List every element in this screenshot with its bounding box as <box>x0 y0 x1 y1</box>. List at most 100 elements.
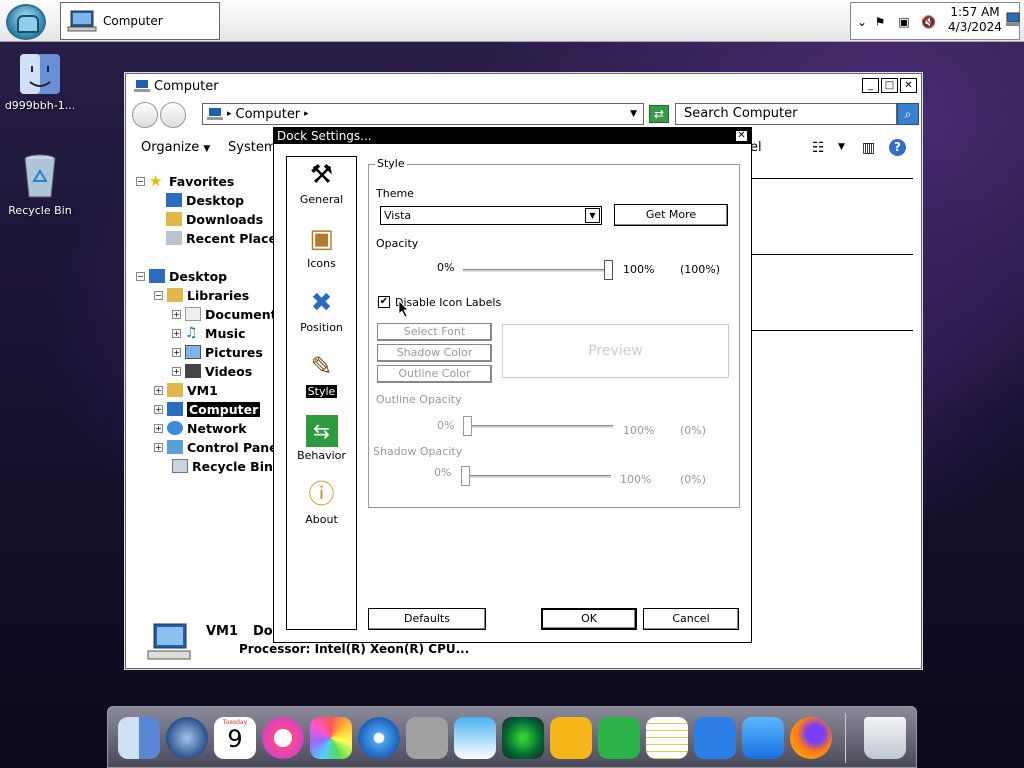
keynote-icon[interactable] <box>694 717 736 759</box>
tree-item-libraries[interactable]: − Libraries <box>154 286 249 304</box>
network-icon[interactable]: ▣ <box>897 15 911 29</box>
nav-style[interactable]: ✎ Style <box>287 351 356 398</box>
shadow-opacity-slider-track[interactable] <box>461 475 611 478</box>
flag-icon[interactable]: ⚑ <box>873 15 887 29</box>
organize-button[interactable]: Organize ▼ <box>141 140 210 155</box>
mail-icon[interactable] <box>742 717 784 759</box>
dock: Tuesday 9 <box>107 706 917 768</box>
tree-item-favorites[interactable]: − ★ Favorites <box>136 172 234 190</box>
tree-item-control-panel[interactable]: + Control Panel <box>154 438 282 456</box>
numbers-icon[interactable] <box>598 717 640 759</box>
shadow-opacity-slider-thumb[interactable] <box>461 466 470 486</box>
defaults-button[interactable]: Defaults <box>368 608 486 630</box>
view-options-icon[interactable]: ☷ <box>812 140 825 156</box>
libraries-icon <box>167 288 183 302</box>
move-arrows-icon: ✖ <box>310 288 333 318</box>
documents-icon <box>185 307 201 321</box>
breadcrumb-arrow-icon[interactable]: ▸ <box>304 109 309 119</box>
desktop-icon-vm[interactable]: d999bbh-1... <box>0 52 80 112</box>
tree-item-desktop[interactable]: − Desktop <box>136 267 227 285</box>
dialog-title-bar[interactable]: Dock Settings... <box>274 128 751 144</box>
firefox-icon[interactable] <box>790 717 832 759</box>
calendar-icon[interactable]: Tuesday 9 <box>214 717 256 759</box>
breadcrumb[interactable]: Computer <box>236 107 301 122</box>
maximize-button[interactable]: □ <box>881 78 898 93</box>
box-icon: ▣ <box>309 224 334 254</box>
tree-item-documents[interactable]: + Documents <box>172 305 284 323</box>
outline-color-button[interactable]: Outline Color <box>377 365 492 383</box>
pages-icon[interactable] <box>550 717 592 759</box>
tree-label: VM1 <box>187 382 218 398</box>
outline-opacity-slider-track[interactable] <box>463 425 613 428</box>
trash-icon[interactable] <box>864 717 906 759</box>
tree-item-pictures[interactable]: + Pictures <box>172 343 263 361</box>
chevron-down-icon[interactable]: ▼ <box>838 142 845 152</box>
tree-item-music[interactable]: + ♫ Music <box>172 324 245 342</box>
cancel-button[interactable]: Cancel <box>643 608 739 630</box>
tree-item-desktop-favorite[interactable]: Desktop <box>166 191 244 209</box>
icloud-icon[interactable] <box>454 717 496 759</box>
finder-icon[interactable] <box>118 717 160 759</box>
divider <box>751 254 913 255</box>
search-icon[interactable]: ⌕ <box>897 103 919 125</box>
outline-opacity-slider-thumb[interactable] <box>463 416 472 436</box>
help-icon[interactable]: ? <box>889 139 906 156</box>
nav-behavior[interactable]: ⇆ Behavior <box>287 415 356 462</box>
close-button[interactable]: ✕ <box>900 78 917 93</box>
dialog-close-button[interactable]: ✕ <box>735 130 748 142</box>
ok-button[interactable]: OK <box>541 608 637 630</box>
breadcrumb-arrow-icon[interactable]: ▸ <box>227 109 232 119</box>
music-icon[interactable] <box>262 717 304 759</box>
contacts-icon[interactable] <box>406 717 448 759</box>
opacity-slider-thumb[interactable] <box>604 260 613 280</box>
taskbar-button-computer[interactable]: Computer <box>60 2 220 40</box>
start-button[interactable] <box>6 4 46 40</box>
chevron-down-icon[interactable]: ⌄ <box>855 15 869 29</box>
safari-icon[interactable] <box>358 717 400 759</box>
clock[interactable]: 1:57 AM 4/3/2024 <box>945 5 1005 35</box>
address-bar[interactable]: ▸ Computer ▸ ▼ <box>202 103 644 125</box>
get-more-button[interactable]: Get More <box>614 204 728 226</box>
address-dropdown-icon[interactable]: ▼ <box>630 109 637 119</box>
tree-item-recent-places[interactable]: Recent Places <box>166 229 284 247</box>
tree-item-videos[interactable]: + Videos <box>172 362 252 380</box>
tree-item-recycle-bin[interactable]: Recycle Bin <box>172 457 273 475</box>
nav-icons[interactable]: ▣ Icons <box>287 223 356 270</box>
select-font-button[interactable]: Select Font <box>377 323 492 341</box>
back-button[interactable] <box>132 102 158 128</box>
music-icon: ♫ <box>185 325 198 341</box>
theme-select[interactable]: Vista ▼ <box>380 206 602 225</box>
forward-button[interactable] <box>160 102 186 128</box>
tree-item-network[interactable]: + Network <box>154 419 247 437</box>
nav-position[interactable]: ✖ Position <box>287 287 356 334</box>
disable-labels-label[interactable]: Disable Icon Labels <box>395 296 501 309</box>
opacity-slider-track[interactable] <box>463 269 613 272</box>
tree-item-downloads[interactable]: Downloads <box>166 210 263 228</box>
volume-muted-icon[interactable]: 🔇 <box>921 15 936 29</box>
tree-label: Recent Places <box>186 230 285 246</box>
window-title-bar[interactable]: Computer <box>126 74 921 98</box>
disable-labels-checkbox[interactable]: ✔ <box>378 296 390 308</box>
show-desktop-icon[interactable] <box>1006 12 1020 26</box>
photos-icon[interactable] <box>310 717 352 759</box>
nav-about[interactable]: ⓘ About <box>287 479 356 526</box>
info-icon: ⓘ <box>308 480 335 510</box>
desktop-icon-recycle-bin[interactable]: Recycle Bin <box>0 153 80 217</box>
preview-pane-icon[interactable]: ▥ <box>862 140 875 156</box>
shadow-color-button[interactable]: Shadow Color <box>377 344 492 362</box>
clock-time: 1:57 AM <box>950 5 1000 19</box>
search-input[interactable]: Search Computer <box>675 103 897 125</box>
tree-item-computer[interactable]: + Computer <box>154 400 261 418</box>
refresh-button[interactable]: ⇄ <box>649 105 669 123</box>
find-my-icon[interactable] <box>502 717 544 759</box>
notes-icon[interactable] <box>646 717 688 759</box>
chevron-down-icon[interactable]: ▼ <box>585 208 600 223</box>
recent-places-icon <box>166 231 182 245</box>
system-properties-button[interactable]: System <box>228 140 276 155</box>
tree-item-vm1[interactable]: + VM1 <box>154 381 218 399</box>
user-folder-icon <box>167 383 183 397</box>
launchpad-icon[interactable] <box>166 717 208 759</box>
minimize-button[interactable]: _ <box>862 78 879 93</box>
nav-general[interactable]: ⚒ General <box>287 159 356 206</box>
nav-label: Icons <box>307 257 336 270</box>
